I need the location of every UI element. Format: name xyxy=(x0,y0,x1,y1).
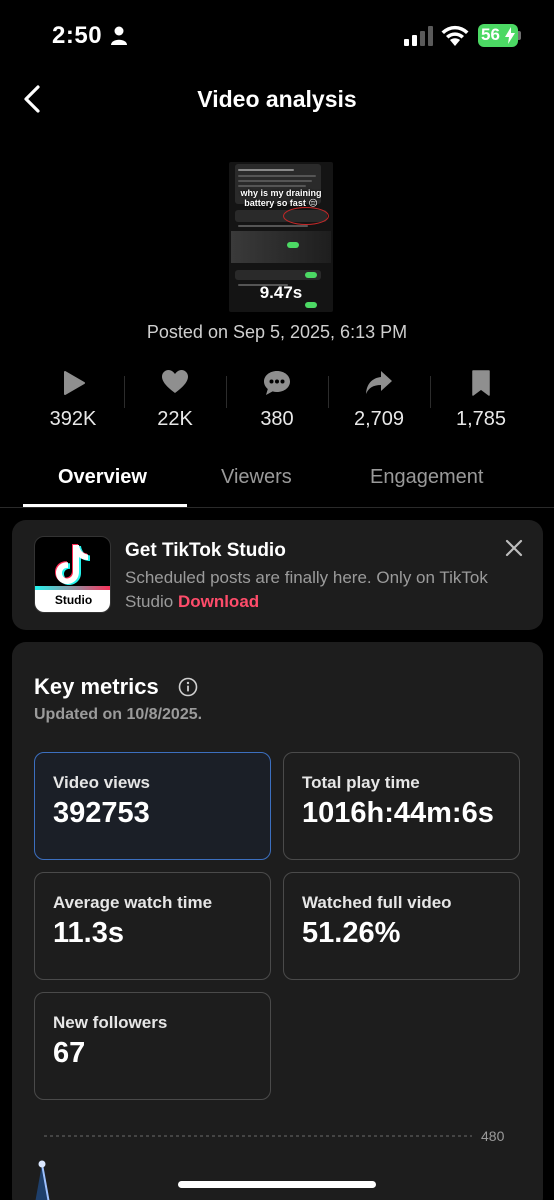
stat-value: 2,709 xyxy=(353,408,405,430)
bookmark-icon xyxy=(472,370,490,396)
thumb-line xyxy=(238,169,294,171)
info-icon[interactable] xyxy=(178,677,198,697)
metric-label: New followers xyxy=(53,1013,168,1032)
heart-icon xyxy=(162,370,188,393)
metric-value: 51.26% xyxy=(302,917,401,949)
page-title: Video analysis xyxy=(197,86,357,112)
thumb-battery xyxy=(287,242,299,248)
thumb-highlight xyxy=(283,207,329,225)
metric-label: Watched full video xyxy=(302,893,452,912)
key-metrics-panel: Key metrics Updated on 10/8/2025. Video … xyxy=(12,642,543,1200)
video-duration: 9.47s xyxy=(259,283,303,302)
close-icon[interactable] xyxy=(505,539,523,557)
thumb-line xyxy=(238,175,316,177)
stat-saves: 1,785 xyxy=(430,366,532,436)
chart-y-max-label: 480 xyxy=(481,1128,505,1144)
thumb-toggle xyxy=(305,272,317,278)
stat-value: 1,785 xyxy=(455,408,507,430)
stat-value: 392K xyxy=(49,408,97,430)
key-metrics-title: Key metrics xyxy=(34,674,159,699)
tab-engagement[interactable]: Engagement xyxy=(370,466,483,489)
tab-overview[interactable]: Overview xyxy=(58,466,147,489)
comment-icon xyxy=(264,371,290,395)
wifi-icon xyxy=(441,25,469,46)
metric-label: Total play time xyxy=(302,773,420,792)
metric-card-total-play-time[interactable]: Total play time 1016h:44m:6s xyxy=(283,752,520,860)
thumb-caption: why is my draining battery so fast 😔 xyxy=(240,188,322,208)
metric-card-average-watch-time[interactable]: Average watch time 11.3s xyxy=(34,872,271,980)
logo-label: Studio xyxy=(54,593,93,607)
share-icon xyxy=(366,371,392,394)
metric-card-video-views[interactable]: Video views 392753 xyxy=(34,752,271,860)
stat-value: 380 xyxy=(260,408,294,430)
tab-viewers[interactable]: Viewers xyxy=(221,466,292,489)
battery-tip xyxy=(518,31,521,40)
tiktok-studio-promo: Studio Get TikTok Studio Scheduled posts… xyxy=(12,520,543,630)
stat-plays: 392K xyxy=(22,366,124,436)
battery-level: 56 xyxy=(481,25,500,44)
metric-value: 11.3s xyxy=(53,917,124,949)
metrics-updated-date: Updated on 10/8/2025. xyxy=(34,706,203,723)
promo-title: Get TikTok Studio xyxy=(125,540,286,561)
download-link[interactable]: Download xyxy=(178,592,259,611)
metric-value: 1016h:44m:6s xyxy=(302,797,494,829)
metric-label: Average watch time xyxy=(53,893,213,912)
thumb-line xyxy=(238,180,312,182)
chart-point xyxy=(38,1160,46,1168)
posted-date: Posted on Sep 5, 2025, 6:13 PM xyxy=(146,322,408,342)
video-thumbnail[interactable]: why is my draining battery so fast 😔 9.4… xyxy=(229,162,333,312)
metric-label: Video views xyxy=(53,773,151,792)
status-time: 2:50 xyxy=(52,22,103,49)
tiktok-note-icon xyxy=(55,544,90,585)
cellular-signal-icon xyxy=(404,26,433,46)
metric-card-watched-full-video[interactable]: Watched full video 51.26% xyxy=(283,872,520,980)
stat-likes: 22K xyxy=(124,366,226,436)
tiktok-studio-logo: Studio xyxy=(34,536,111,613)
status-bar: 2:50 56 xyxy=(0,0,554,72)
tab-bar: Overview Viewers Engagement xyxy=(0,458,554,508)
views-chart xyxy=(35,1135,472,1200)
metric-value: 392753 xyxy=(53,797,150,829)
person-icon xyxy=(111,26,127,45)
metric-value: 67 xyxy=(53,1037,86,1069)
thumb-line xyxy=(238,225,308,227)
thumb-line xyxy=(238,185,306,187)
tab-active-indicator xyxy=(23,504,187,507)
home-indicator xyxy=(178,1181,376,1188)
stat-shares: 2,709 xyxy=(328,366,430,436)
stat-value: 22K xyxy=(157,408,193,430)
stat-comments: 380 xyxy=(226,366,328,436)
logo-label-bar: Studio xyxy=(35,590,110,612)
promo-text: Scheduled posts are finally here. Only o… xyxy=(125,566,505,614)
thumb-phone-image xyxy=(231,231,331,263)
metric-card-new-followers[interactable]: New followers 67 xyxy=(34,992,271,1100)
engagement-stats: 392K 22K 380 2,709 1,785 xyxy=(22,366,532,436)
charging-bolt-icon xyxy=(505,27,515,44)
battery-indicator: 56 xyxy=(478,24,518,47)
play-icon xyxy=(64,371,85,395)
